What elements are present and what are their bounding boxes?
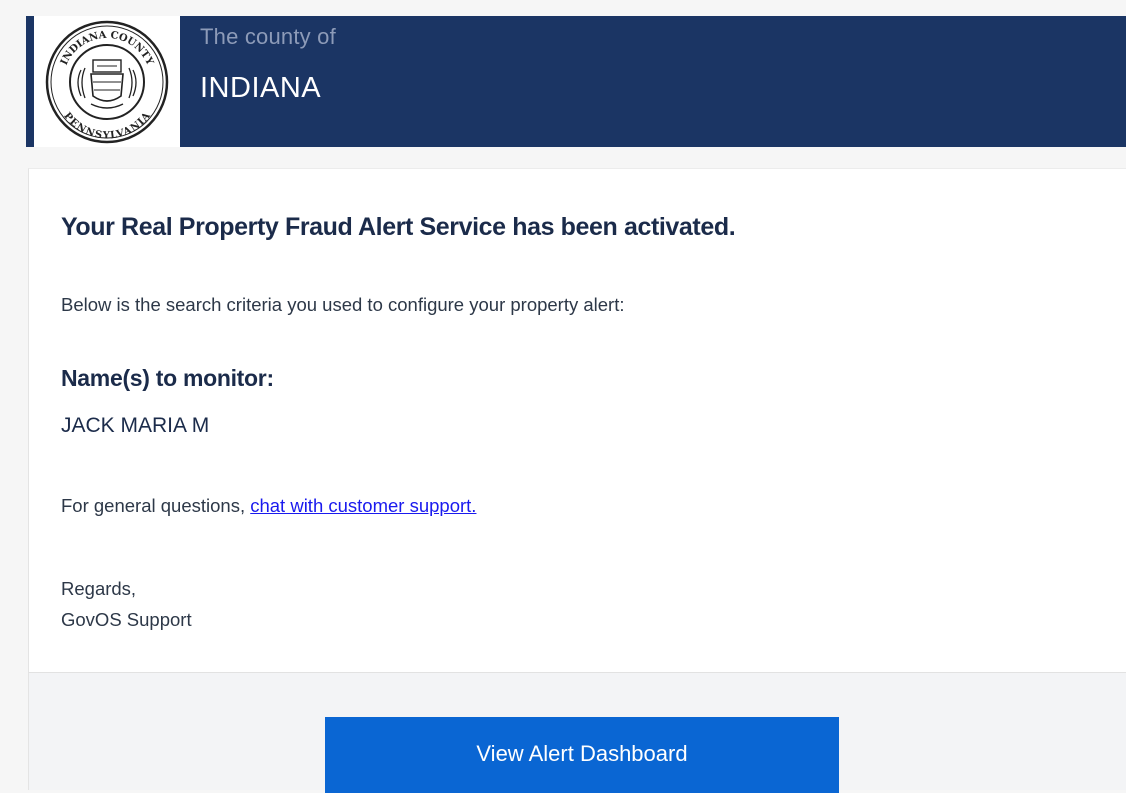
intro-text: Below is the search criteria you used to…	[61, 294, 625, 315]
regards-text: Regards,	[61, 578, 137, 599]
support-prefix: For general questions,	[61, 495, 246, 516]
view-alert-dashboard-button[interactable]: View Alert Dashboard	[325, 717, 839, 793]
county-header: INDIANA COUNTY PENNSYLVANIA The county o…	[26, 16, 1126, 147]
support-line: For general questions, chat with custome…	[61, 495, 476, 517]
monitor-label: Name(s) to monitor:	[61, 365, 274, 391]
county-prefix: The county of	[200, 24, 336, 49]
chat-support-link[interactable]: chat with customer support.	[250, 495, 476, 516]
county-seal-icon: INDIANA COUNTY PENNSYLVANIA	[45, 20, 169, 143]
county-seal-logo: INDIANA COUNTY PENNSYLVANIA	[34, 16, 180, 147]
signature-text: GovOS Support	[61, 609, 192, 630]
signoff: Regards, GovOS Support	[61, 573, 192, 635]
footer-area: View Alert Dashboard	[28, 672, 1126, 793]
page-title: Your Real Property Fraud Alert Service h…	[61, 213, 736, 241]
alert-message-card: Your Real Property Fraud Alert Service h…	[28, 168, 1126, 673]
county-name: INDIANA	[200, 72, 322, 104]
monitor-name-value: JACK MARIA M	[61, 414, 210, 437]
